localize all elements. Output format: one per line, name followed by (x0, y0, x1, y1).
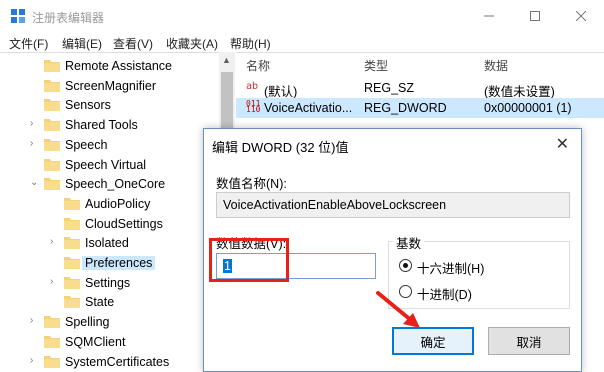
annotation-arrow (376, 291, 420, 328)
registry-editor-window: 注册表编辑器 文件(F) 编辑(E) 查看(V) 收藏夹(A) 帮助(H) Re… (0, 0, 604, 372)
